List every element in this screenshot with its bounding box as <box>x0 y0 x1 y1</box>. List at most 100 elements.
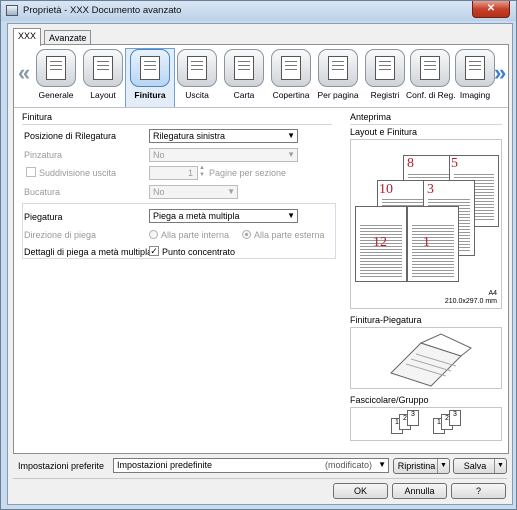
concentrated-point-label: Punto concentrato <box>162 247 236 257</box>
fold-details-label: Dettagli di piega a metà multipla <box>24 247 153 257</box>
paper-dimensions-label: 210.0x297.0 mm <box>444 298 497 305</box>
toolbar-item-carta[interactable]: Carta <box>220 49 268 107</box>
tab-xxx[interactable]: XXX <box>13 28 42 46</box>
toolbar-label: Registri <box>370 90 400 100</box>
page-number: 3 <box>427 182 434 197</box>
fold-preview <box>350 327 502 389</box>
per-page-icon <box>318 49 358 87</box>
stapling-select[interactable]: No ▼ <box>149 148 298 162</box>
chevron-down-icon[interactable]: ▼ <box>494 459 506 473</box>
toolbar-item-generale[interactable]: Generale <box>32 49 80 107</box>
pages-per-section-spinner[interactable]: ▲ ▼ <box>199 165 205 179</box>
fold-illustration <box>390 333 472 387</box>
folding-value: Piega a metà multipla <box>153 211 240 221</box>
toolbar-item-conf-reg[interactable]: Conf. di Reg. <box>406 49 456 107</box>
footer-divider <box>13 478 507 479</box>
tabs-icon <box>365 49 405 87</box>
page-number: 12 <box>373 235 387 250</box>
window-title: Proprietà - XXX Documento avanzato <box>23 5 182 16</box>
toolbar-item-copertina[interactable]: Copertina <box>267 49 315 107</box>
favorites-value: Impostazioni predefinite <box>117 460 213 470</box>
toolbar-label: Finitura <box>134 90 166 100</box>
chevron-down-icon: ▼ <box>287 150 295 159</box>
chevron-down-icon: ▼ <box>287 211 295 220</box>
cancel-button[interactable]: Annulla <box>392 483 447 499</box>
restore-button[interactable]: Ripristina ▼ <box>393 458 450 474</box>
pages-per-section-unit: Pagine per sezione <box>209 168 287 178</box>
page-number: 5 <box>451 156 458 171</box>
fold-direction-label: Direzione di piega <box>24 230 97 240</box>
binding-position-label: Posizione di Rilegatura <box>24 131 117 141</box>
toolbar-label: Uscita <box>185 90 209 100</box>
favorites-select[interactable]: Impostazioni predefinite (modificato) ▼ <box>113 458 389 473</box>
chevron-down-icon: ▼ <box>287 131 295 140</box>
binding-position-select[interactable]: Rilegatura sinistra ▼ <box>149 129 298 143</box>
pages-per-section-input[interactable]: 1 <box>149 166 198 180</box>
general-icon <box>36 49 76 87</box>
category-toolbar: « Generale Layout Finitura Uscita Carta … <box>14 45 508 108</box>
scroll-left-button[interactable]: « <box>18 62 30 84</box>
layout-icon <box>83 49 123 87</box>
save-button-label: Salva <box>463 461 487 471</box>
punch-select[interactable]: No ▼ <box>149 185 238 199</box>
restore-button-label: Ripristina <box>397 461 436 471</box>
title-bar[interactable]: Proprietà - XXX Documento avanzato ✕ <box>1 1 516 21</box>
layout-preview-title: Layout e Finitura <box>350 127 418 137</box>
toolbar-label: Copertina <box>272 90 310 100</box>
toolbar-item-registri[interactable]: Registri <box>361 49 409 107</box>
printer-icon <box>6 5 18 16</box>
cover-icon <box>271 49 311 87</box>
help-button[interactable]: ? <box>451 483 506 499</box>
fold-outside-radio[interactable] <box>242 230 251 239</box>
finishing-section-title: Finitura <box>22 112 53 122</box>
folding-label: Piegatura <box>24 212 63 222</box>
favorites-status: (modificato) <box>324 460 372 470</box>
scroll-right-button[interactable]: » <box>494 62 506 84</box>
folding-select[interactable]: Piega a metà multipla ▼ <box>149 209 298 223</box>
toolbar-item-layout[interactable]: Layout <box>79 49 127 107</box>
toolbar-divider <box>14 107 508 108</box>
binding-position-value: Rilegatura sinistra <box>153 131 226 141</box>
stapling-label: Pinzatura <box>24 150 63 160</box>
collate-preview: 1 2 3 1 2 3 <box>350 407 502 441</box>
tab-avanzate[interactable]: Avanzate <box>44 30 92 45</box>
toolbar-item-finitura[interactable]: Finitura <box>125 48 175 108</box>
paper-icon <box>224 49 264 87</box>
fold-outside-label: Alla parte esterna <box>254 230 325 240</box>
finishing-icon <box>130 49 170 87</box>
toolbar-item-imaging[interactable]: Imaging <box>451 49 499 107</box>
page-number: 10 <box>379 182 393 197</box>
finishing-divider <box>22 124 332 125</box>
chevron-down-icon: ▼ <box>378 460 386 469</box>
toolbar-label: Conf. di Reg. <box>406 90 456 100</box>
collate-preview-title: Fascicolare/Gruppo <box>350 395 429 405</box>
fold-preview-title: Finitura-Piegatura <box>350 315 422 325</box>
pages-per-section-value: 1 <box>187 168 193 178</box>
toolbar-label: Layout <box>90 90 116 100</box>
toolbar-item-per-pagina[interactable]: Per pagina <box>314 49 362 107</box>
favorites-label: Impostazioni preferite <box>18 461 105 471</box>
preview-section-title: Anteprima <box>350 112 392 122</box>
tab-panel: « Generale Layout Finitura Uscita Carta … <box>13 44 509 454</box>
toolbar-item-uscita[interactable]: Uscita <box>173 49 221 107</box>
printer-properties-window: Proprietà - XXX Documento avanzato ✕ XXX… <box>0 0 517 510</box>
preview-divider <box>350 124 502 125</box>
save-button[interactable]: Salva ▼ <box>453 458 507 474</box>
paper-size-label: A4 <box>488 290 497 297</box>
close-button[interactable]: ✕ <box>472 1 510 18</box>
fold-inside-radio[interactable] <box>149 230 158 239</box>
ok-button[interactable]: OK <box>333 483 388 499</box>
page-number: 1 <box>423 235 430 250</box>
tab-settings-icon <box>410 49 450 87</box>
toolbar-label: Generale <box>38 90 74 100</box>
dialog-client: XXX Avanzate « Generale Layout Finitura <box>7 23 513 505</box>
page-number: 8 <box>407 156 414 171</box>
split-output-checkbox[interactable] <box>26 167 36 177</box>
stapling-value: No <box>153 150 165 160</box>
chevron-down-icon[interactable]: ▼ <box>437 459 449 473</box>
toolbar-label: Per pagina <box>317 90 359 100</box>
punch-label: Bucatura <box>24 187 61 197</box>
collate-sheet: 3 <box>449 410 461 426</box>
preview-page <box>407 206 459 282</box>
concentrated-point-checkbox[interactable]: ✓ <box>149 246 159 256</box>
